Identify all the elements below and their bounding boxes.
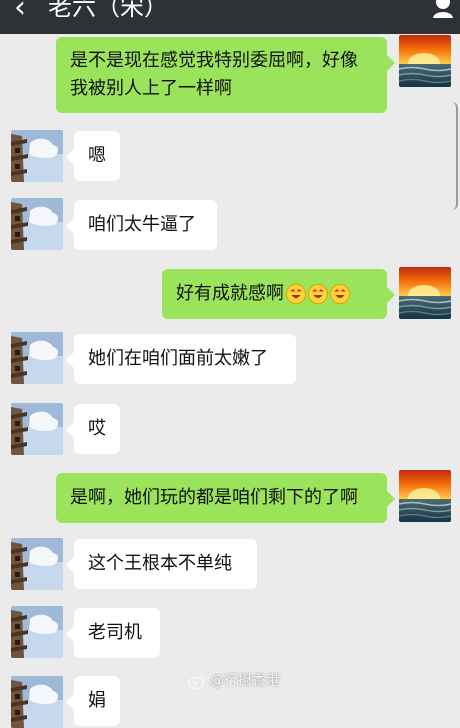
sunset-avatar[interactable]: [399, 35, 451, 87]
tower-avatar[interactable]: [11, 538, 63, 590]
watermark: @行摄香港: [188, 670, 280, 690]
smiling-face-emoji-icon: [330, 284, 350, 304]
message-bubble[interactable]: 好有成就感啊: [162, 269, 395, 319]
smiling-face-emoji-icon: [286, 284, 306, 304]
back-icon[interactable]: ‹: [14, 0, 26, 28]
person-icon[interactable]: [432, 0, 454, 18]
sunset-avatar[interactable]: [399, 470, 451, 522]
tower-avatar[interactable]: [11, 403, 63, 455]
message-bubble[interactable]: 咱们太牛逼了: [66, 200, 217, 250]
message-bubble[interactable]: 嗯: [66, 131, 120, 181]
weibo-icon: [188, 674, 206, 689]
message-bubble[interactable]: 是啊，她们玩的都是咱们剩下的了啊: [56, 473, 395, 523]
watermark-text: @行摄香港: [210, 673, 280, 689]
message-bubble[interactable]: 娟: [66, 676, 120, 726]
message-bubble[interactable]: 老司机: [66, 608, 160, 658]
tower-avatar[interactable]: [11, 332, 63, 384]
scrollbar[interactable]: [452, 102, 458, 210]
chat-header: ‹ 老六（宋）: [0, 0, 460, 34]
message-bubble[interactable]: 她们在咱们面前太嫩了: [66, 334, 296, 384]
smiling-face-emoji-icon: [308, 284, 328, 304]
sunset-avatar[interactable]: [399, 267, 451, 319]
tower-avatar[interactable]: [11, 676, 63, 728]
chat-title: 老六（宋）: [48, 0, 168, 21]
message-bubble[interactable]: 是不是现在感觉我特别委屈啊，好像我被别人上了一样啊: [56, 37, 395, 113]
tower-avatar[interactable]: [11, 198, 63, 250]
message-text: 好有成就感啊: [176, 283, 284, 304]
tower-avatar[interactable]: [11, 606, 63, 658]
tower-avatar[interactable]: [11, 130, 63, 182]
message-bubble[interactable]: 这个王根本不单纯: [66, 539, 257, 589]
message-bubble[interactable]: 哎: [66, 404, 120, 454]
